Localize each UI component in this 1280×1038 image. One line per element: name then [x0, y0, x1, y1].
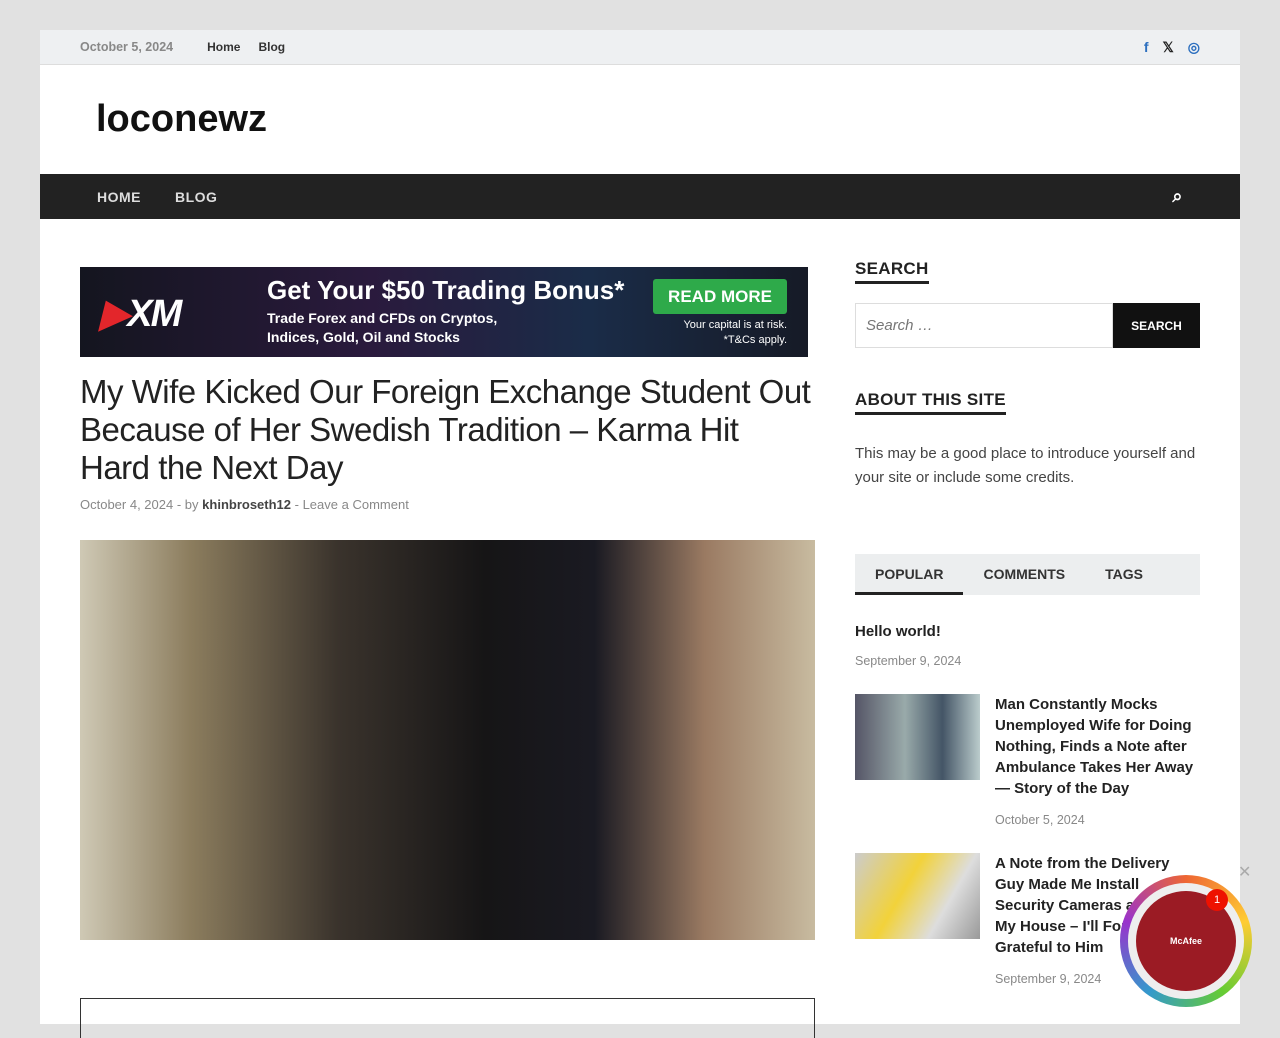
search-form: SEARCH — [855, 303, 1200, 348]
list-item: Man Constantly Mocks Unemployed Wife for… — [855, 694, 1200, 827]
article-author[interactable]: khinbroseth12 — [202, 497, 291, 512]
tab-comments[interactable]: COMMENTS — [963, 554, 1085, 595]
about-widget-title: ABOUT THIS SITE — [855, 390, 1006, 415]
article-title: My Wife Kicked Our Foreign Exchange Stud… — [80, 373, 811, 486]
ad-disclaimer: Your capital is at risk. *T&Cs apply. — [683, 319, 787, 346]
post-title[interactable]: Hello world! — [855, 623, 1200, 640]
post-tabs: POPULAR COMMENTS TAGS — [855, 554, 1200, 595]
nav-blog[interactable]: BLOG — [175, 189, 217, 205]
notification-badge: 1 — [1206, 889, 1228, 911]
close-icon[interactable]: ✕ — [1238, 862, 1251, 882]
article-date[interactable]: October 4, 2024 — [80, 497, 173, 512]
social-links: f 𝕏 ◎ — [1144, 39, 1200, 56]
post-date: September 9, 2024 — [855, 654, 962, 668]
top-bar: October 5, 2024 Home Blog f 𝕏 ◎ — [40, 30, 1240, 65]
ad-subtext: Trade Forex and CFDs on Cryptos, Indices,… — [267, 310, 498, 345]
search-input[interactable] — [855, 303, 1113, 348]
ad-headline: Get Your $50 Trading Bonus* — [267, 275, 625, 305]
post-title[interactable]: Man Constantly Mocks Unemployed Wife for… — [995, 694, 1200, 799]
content-box — [80, 998, 815, 1038]
top-link-blog[interactable]: Blog — [258, 40, 285, 54]
search-widget-title: SEARCH — [855, 259, 929, 284]
main-content: ▶XM Get Your $50 Trading Bonus* Trade Fo… — [80, 267, 815, 1038]
leave-comment-link[interactable]: Leave a Comment — [303, 497, 409, 512]
facebook-icon[interactable]: f — [1144, 39, 1149, 56]
about-text: This may be a good place to introduce yo… — [855, 445, 1196, 486]
sidebar: SEARCH SEARCH ABOUT THIS SITE This may b… — [855, 259, 1200, 986]
instagram-icon[interactable]: ◎ — [1188, 39, 1200, 56]
article-meta: October 4, 2024 - by khinbroseth12 - Lea… — [80, 497, 409, 512]
ad-banner[interactable]: ▶XM Get Your $50 Trading Bonus* Trade Fo… — [80, 267, 808, 357]
ad-read-more-button[interactable]: READ MORE — [653, 279, 787, 314]
tab-tags[interactable]: TAGS — [1085, 554, 1163, 595]
page: October 5, 2024 Home Blog f 𝕏 ◎ loconewz… — [40, 30, 1240, 1038]
nav-home[interactable]: HOME — [97, 189, 141, 205]
site-title[interactable]: loconewz — [40, 65, 1240, 174]
post-thumbnail[interactable] — [855, 694, 980, 780]
post-thumbnail[interactable] — [855, 853, 980, 939]
main-nav: HOME BLOG ⌕ — [40, 174, 1240, 219]
top-link-home[interactable]: Home — [207, 40, 240, 54]
article-image — [80, 540, 815, 940]
post-date: October 5, 2024 — [995, 813, 1085, 827]
search-icon[interactable]: ⌕ — [1172, 186, 1183, 207]
mcafee-popup[interactable]: McAfee 1 — [1120, 875, 1252, 1007]
x-icon[interactable]: 𝕏 — [1163, 39, 1174, 56]
top-date: October 5, 2024 — [80, 40, 174, 54]
tab-popular[interactable]: POPULAR — [855, 554, 964, 595]
xm-logo: ▶XM — [100, 293, 182, 335]
search-button[interactable]: SEARCH — [1113, 303, 1200, 348]
